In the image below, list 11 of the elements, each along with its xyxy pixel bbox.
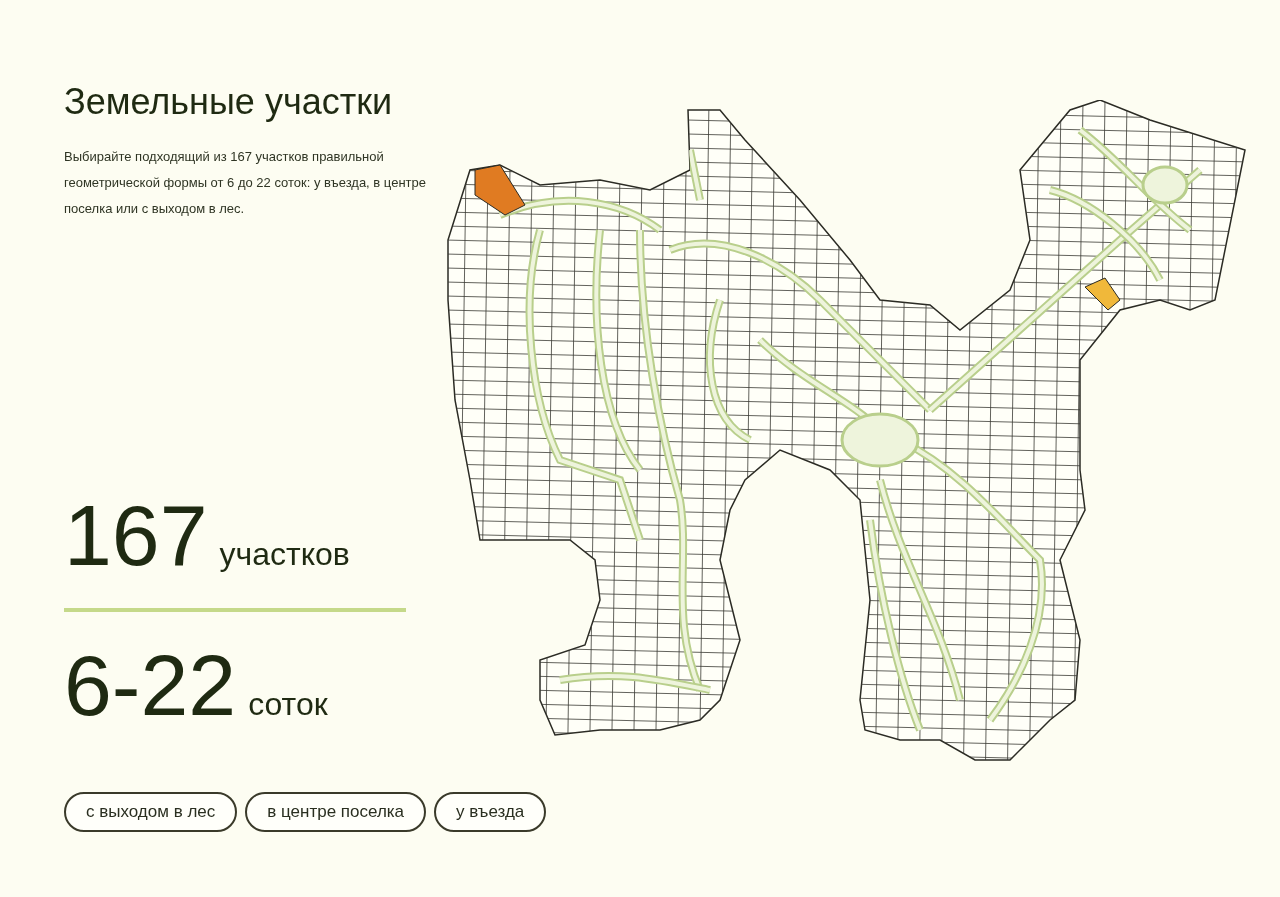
highlighted-plot[interactable] bbox=[474, 164, 526, 216]
filter-chip[interactable]: у въезда bbox=[434, 792, 547, 832]
filter-chip[interactable]: с выходом в лес bbox=[64, 792, 238, 832]
description: Выбирайте подходящий из 167 участков правильной геометрической формы от 6 до 22 соток: у въезда, в центре поселка или с выходом в лес. bbox=[64, 148, 427, 218]
stat-unit: участков bbox=[219, 535, 350, 574]
stat-value: 6-22 bbox=[64, 640, 237, 730]
stat-unit: соток bbox=[248, 685, 328, 724]
highlighted-plot[interactable] bbox=[1084, 277, 1121, 311]
stat-value: 167 bbox=[64, 490, 208, 580]
filter-chip[interactable]: в центре поселка bbox=[245, 792, 427, 832]
page-title: Земельные участки bbox=[64, 80, 392, 124]
